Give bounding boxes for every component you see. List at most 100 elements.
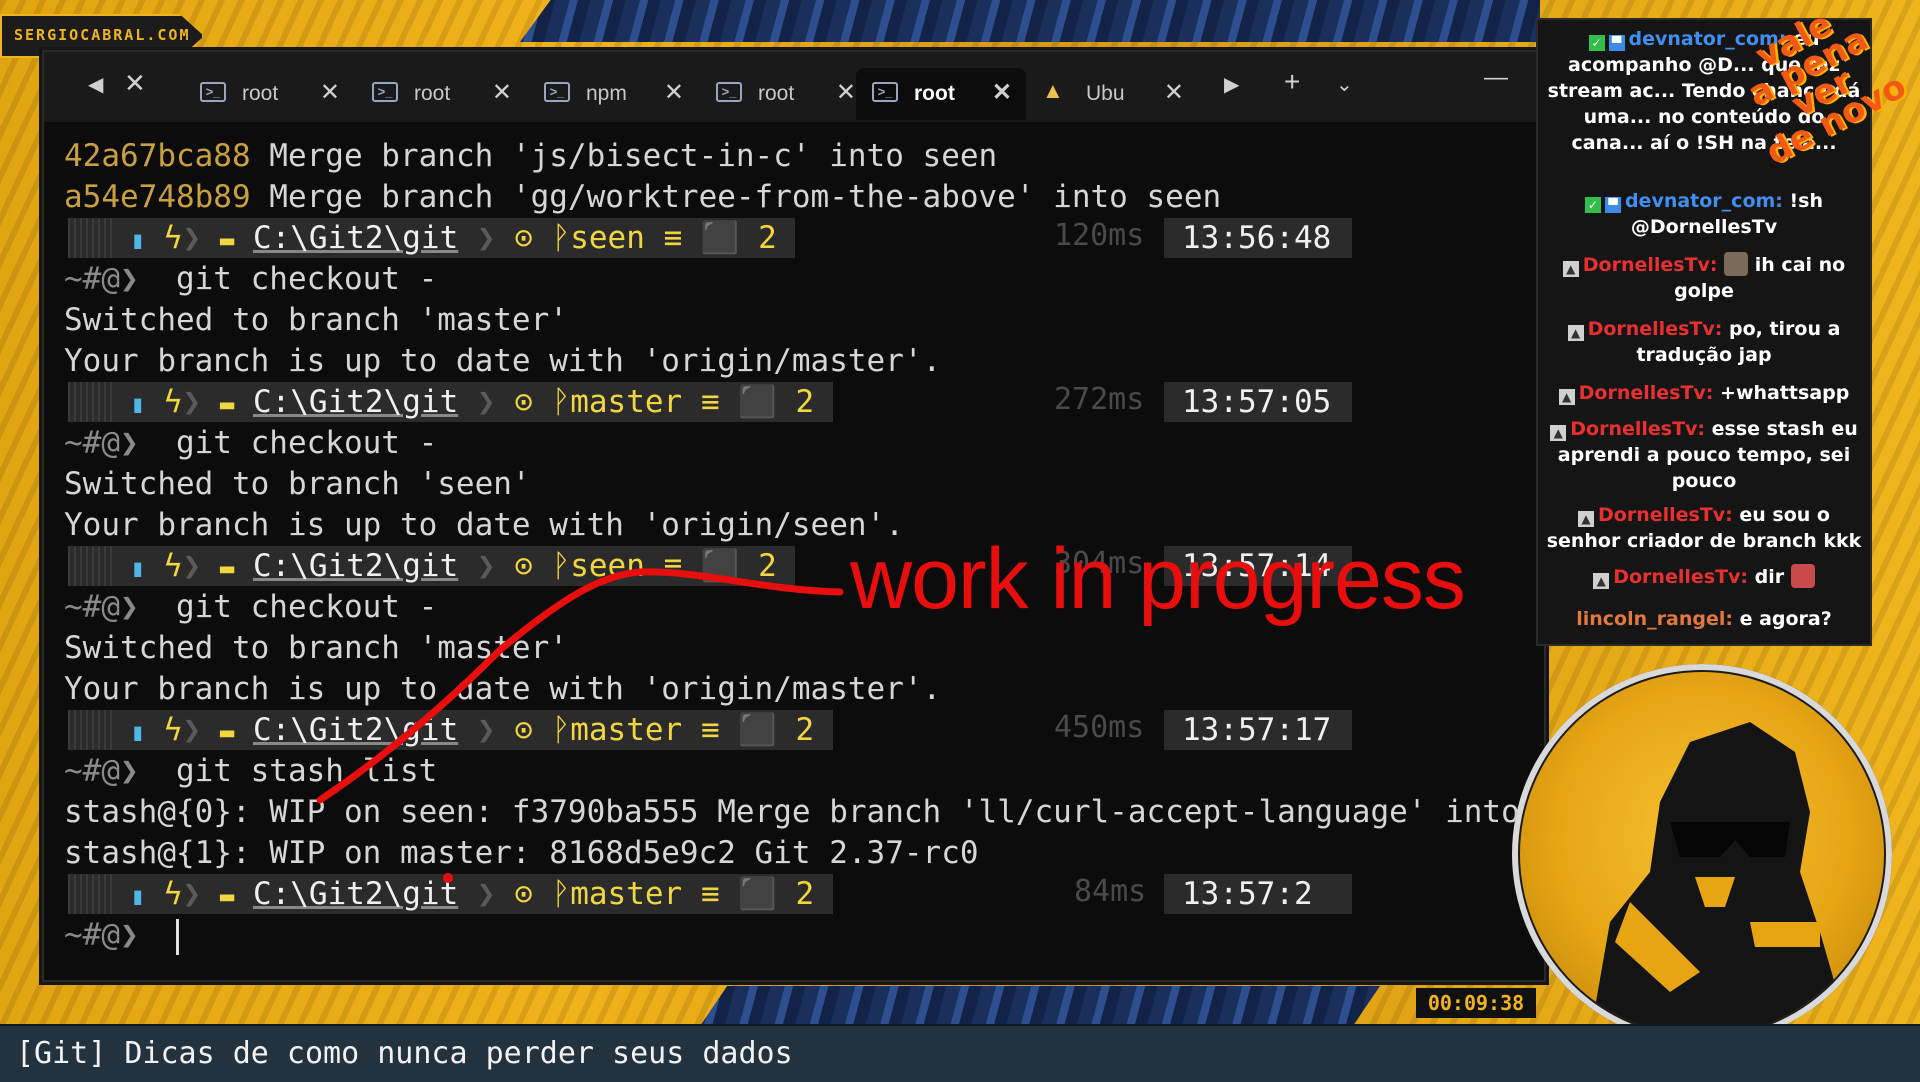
badge-icon: ▲ [1578, 511, 1594, 527]
output-line: Switched to branch 'master' [64, 302, 568, 338]
chat-username: DornellesTv: [1578, 382, 1714, 404]
badge-icon: ▲ [1593, 573, 1610, 589]
chat-text: +whattsapp [1720, 382, 1850, 404]
admin-bolt-icon: ϟ [163, 548, 183, 584]
powershell-icon: >_ [544, 82, 570, 102]
chat-message: ▲ DornellesTv: eu sou o senhor criador de… [1546, 502, 1862, 554]
annotation-text: work in progress [850, 531, 1466, 627]
scroll-tabs-right-icon[interactable]: ▶ [1224, 72, 1239, 97]
powershell-icon: >_ [372, 82, 398, 102]
tab-root-active[interactable]: >_ root ✕ [856, 68, 1026, 120]
badge-icon: ▲ [1562, 261, 1579, 277]
subscriber-badge-icon: ▀ [1604, 197, 1621, 213]
stream-title: [Git] Dicas de como nunca perder seus da… [16, 1036, 793, 1071]
text-cursor [175, 918, 179, 955]
command-duration: 120ms [1054, 218, 1145, 253]
command-line: ~#@❯ git stash list [64, 753, 438, 789]
tab-close-icon[interactable]: ✕ [492, 78, 512, 107]
command-duration: 272ms [1054, 382, 1145, 417]
prompt-segment: ▮ ϟ❯ ▬ C:\Git2\git ❯ ⊙ ᚹseen ≡ ⬛ 2 [68, 218, 796, 258]
chat-username: DornellesTv: [1613, 566, 1749, 588]
tab-close-icon[interactable]: ✕ [320, 78, 340, 107]
git-branch-icon: ⊙ ᚹ [514, 548, 571, 584]
chat-text: e agora? [1739, 608, 1832, 630]
admin-bolt-icon: ϟ [163, 220, 183, 256]
command-line: ~#@❯ git checkout - [64, 589, 438, 625]
verified-badge-icon: ✓ [1588, 35, 1605, 51]
minimize-icon[interactable]: — [1484, 64, 1508, 92]
tab-dropdown-icon[interactable]: ⌄ [1336, 72, 1353, 97]
chat-username: DornellesTv: [1582, 254, 1718, 276]
badge-icon: ▲ [1567, 325, 1584, 341]
admin-bolt-icon: ϟ [163, 712, 183, 748]
folder-icon: ▬ [219, 390, 235, 418]
chat-message: ▲ DornellesTv: po, tirou a tradução jap [1546, 316, 1862, 368]
tab-close-icon[interactable]: ✕ [992, 78, 1012, 107]
chat-message: ▲ DornellesTv: dir [1546, 564, 1862, 590]
output-line: Switched to branch 'master' [64, 630, 568, 666]
windows-icon: ▮ [130, 226, 146, 254]
tab-npm[interactable]: >_ npm ✕ [528, 68, 698, 120]
output-line: Your branch is up to date with 'origin/m… [64, 671, 942, 707]
git-branch-icon: ⊙ ᚹ [514, 712, 571, 748]
emote-icon [1790, 564, 1815, 588]
windows-icon: ▮ [130, 718, 146, 746]
output-line: Your branch is up to date with 'origin/m… [64, 343, 942, 379]
tab-root-3[interactable]: >_ root ✕ [700, 68, 870, 120]
terminal-window: ◀ ✕ >_ root ✕ >_ root ✕ >_ npm ✕ >_ root… [42, 50, 1546, 982]
linux-tux-icon: ▲ [1042, 78, 1064, 103]
input-line[interactable]: ~#@❯ [64, 915, 179, 955]
admin-bolt-icon: ϟ [163, 384, 183, 420]
chat-message: ▲ DornellesTv: +whattsapp [1546, 380, 1862, 406]
folder-icon: ▬ [219, 554, 235, 582]
stream-timer: 00:09:38 [1416, 988, 1536, 1018]
chat-message: ▲ DornellesTv: ih cai no golpe [1546, 252, 1862, 304]
new-tab-icon[interactable]: + [1284, 66, 1300, 98]
chat-username: devnator_com: [1624, 190, 1783, 212]
streamer-avatar [1520, 672, 1884, 1036]
overlay-stripes-top [520, 0, 1540, 42]
output-line: stash@{1}: WIP on master: 8168d5e9c2 Git… [64, 835, 979, 871]
log-line: a54e748b89 Merge branch 'gg/worktree-fro… [64, 179, 1222, 215]
powershell-icon: >_ [716, 82, 742, 102]
badge-icon: ▲ [1550, 425, 1567, 441]
git-branch-icon: ⊙ ᚹ [514, 876, 571, 912]
tab-close-icon[interactable]: ✕ [836, 78, 856, 107]
folder-icon: ▬ [219, 226, 235, 254]
close-icon[interactable]: ✕ [124, 68, 146, 99]
prompt-segment: ▮ ϟ❯ ▬ C:\Git2\git ❯ ⊙ ᚹmaster ≡ ⬛ 2 [68, 874, 833, 914]
verified-badge-icon: ✓ [1584, 197, 1601, 213]
chat-message: lincoln_rangel: e agora? [1546, 606, 1862, 632]
git-branch-icon: ⊙ ᚹ [514, 220, 571, 256]
admin-bolt-icon: ϟ [163, 876, 183, 912]
scroll-tabs-left-icon[interactable]: ◀ [88, 72, 103, 97]
log-line: 42a67bca88 Merge branch 'js/bisect-in-c'… [64, 138, 998, 174]
output-line: Switched to branch 'seen' [64, 466, 531, 502]
prompt-time: 13:57:17 [1164, 710, 1352, 750]
command-duration: 84ms [1074, 874, 1147, 909]
tab-root-1[interactable]: >_ root ✕ [184, 68, 354, 120]
prompt-time: 13:57:05 [1164, 382, 1352, 422]
powershell-icon: >_ [200, 82, 226, 102]
command-duration: 450ms [1054, 710, 1145, 745]
chat-username: DornellesTv: [1598, 504, 1733, 526]
command-line: ~#@❯ git checkout - [64, 425, 438, 461]
prompt-time: 13:56:48 [1164, 218, 1352, 258]
emote-icon [1724, 252, 1749, 276]
tab-root-2[interactable]: >_ root ✕ [356, 68, 526, 120]
stream-title-bar: [Git] Dicas de como nunca perder seus da… [0, 1024, 1920, 1082]
folder-icon: ▬ [219, 718, 235, 746]
tab-close-icon[interactable]: ✕ [1164, 78, 1184, 107]
prompt-segment: ▮ ϟ❯ ▬ C:\Git2\git ❯ ⊙ ᚹseen ≡ ⬛ 2 [68, 546, 796, 586]
git-branch-icon: ⊙ ᚹ [514, 384, 571, 420]
chat-username: DornellesTv: [1570, 418, 1706, 440]
badge-icon: ▲ [1558, 389, 1575, 405]
windows-icon: ▮ [130, 554, 146, 582]
tab-ubuntu[interactable]: ▲ Ubu ✕ [1028, 68, 1198, 120]
output-line: stash@{0}: WIP on seen: f3790ba555 Merge… [64, 794, 1546, 830]
overlay-stripes-bottom [700, 986, 1380, 1026]
tab-close-icon[interactable]: ✕ [664, 78, 684, 107]
prompt-segment: ▮ ϟ❯ ▬ C:\Git2\git ❯ ⊙ ᚹmaster ≡ ⬛ 2 [68, 382, 833, 422]
prompt-time: 13:57:2 [1164, 874, 1352, 914]
prompt-segment: ▮ ϟ❯ ▬ C:\Git2\git ❯ ⊙ ᚹmaster ≡ ⬛ 2 [68, 710, 833, 750]
